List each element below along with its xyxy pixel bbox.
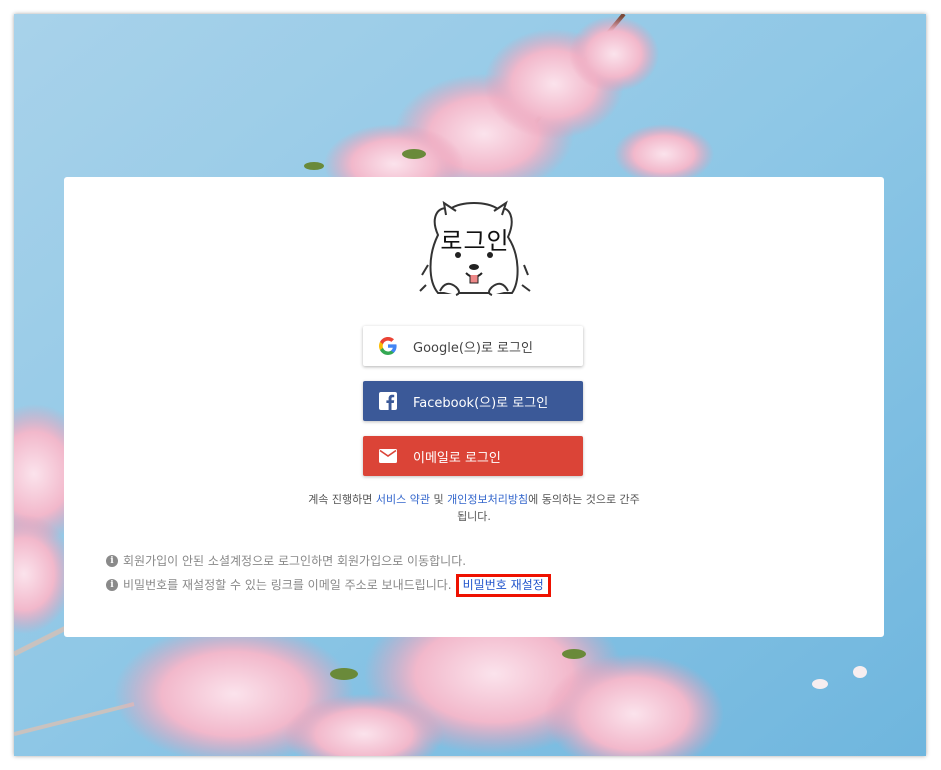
reset-note: i 비밀번호를 재설정할 수 있는 링크를 이메일 주소로 보내드립니다. 비밀…: [106, 573, 551, 597]
terms-and: 및: [430, 493, 448, 506]
google-icon: [379, 337, 397, 355]
facebook-icon: [379, 392, 397, 410]
signup-note-text: 회원가입이 안된 소셜계정으로 로그인하면 회원가입으로 이동합니다.: [123, 554, 467, 568]
terms-of-service-link[interactable]: 서비스 약관: [376, 493, 430, 506]
privacy-policy-link[interactable]: 개인정보처리방침: [447, 493, 528, 506]
page-title: 로그인: [440, 227, 510, 255]
info-icon: i: [106, 579, 118, 591]
email-login-label: 이메일로 로그인: [413, 450, 501, 466]
terms-notice: 계속 진행하면 서비스 약관 및 개인정보처리방침에 동의하는 것으로 간주됩니…: [304, 491, 644, 525]
terms-prefix: 계속 진행하면: [308, 493, 376, 506]
login-card: 로그인 Google(으)로 로그인 Facebook(으)로 로그인 이메일로…: [64, 177, 884, 637]
facebook-login-button[interactable]: Facebook(으)로 로그인: [363, 381, 583, 421]
mail-icon: [379, 447, 397, 465]
facebook-login-label: Facebook(으)로 로그인: [413, 395, 549, 411]
google-login-label: Google(으)로 로그인: [413, 340, 533, 356]
email-login-button[interactable]: 이메일로 로그인: [363, 436, 583, 476]
signup-note: i 회원가입이 안된 소셜계정으로 로그인하면 회원가입으로 이동합니다.: [106, 549, 551, 573]
google-login-button[interactable]: Google(으)로 로그인: [363, 326, 583, 366]
info-notes: i 회원가입이 안된 소셜계정으로 로그인하면 회원가입으로 이동합니다. i …: [106, 549, 551, 597]
reset-note-text: 비밀번호를 재설정할 수 있는 링크를 이메일 주소로 보내드립니다.: [123, 578, 452, 592]
login-page: 로그인 Google(으)로 로그인 Facebook(으)로 로그인 이메일로…: [14, 14, 926, 756]
password-reset-link[interactable]: 비밀번호 재설정: [455, 573, 551, 597]
info-icon: i: [106, 555, 118, 567]
